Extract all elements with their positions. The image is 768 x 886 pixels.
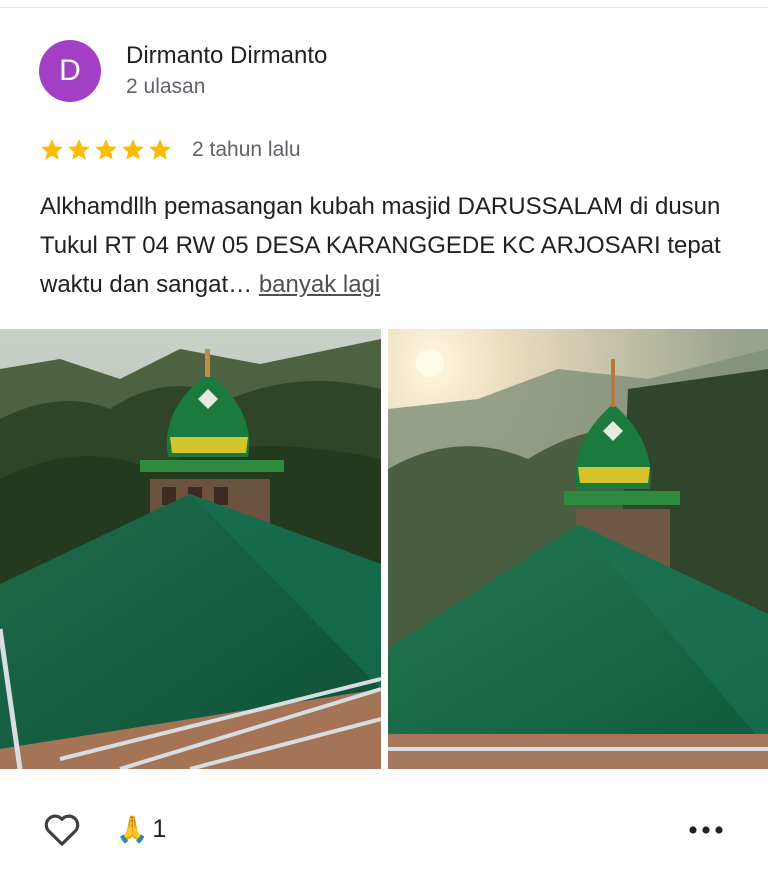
review-photo-2[interactable] xyxy=(388,329,768,769)
reaction-button[interactable]: 🙏 1 xyxy=(116,814,166,844)
review-count: 2 ulasan xyxy=(126,75,206,98)
star-icon xyxy=(122,139,144,160)
heart-outline-icon[interactable] xyxy=(40,810,84,850)
photo-mosque-dome-green-roof xyxy=(0,329,381,769)
star-icon xyxy=(41,139,63,160)
more-link[interactable]: banyak lagi xyxy=(259,271,380,298)
review-date: 2 tahun lalu xyxy=(192,138,301,161)
review-photo-1[interactable] xyxy=(0,329,381,769)
top-divider xyxy=(0,7,768,8)
reaction-count: 1 xyxy=(152,814,167,843)
review-body: Alkhamdllh pemasangan kubah masjid DARUS… xyxy=(40,193,721,298)
star-icon xyxy=(149,139,171,160)
star-icon xyxy=(68,139,90,160)
star-icon xyxy=(95,139,117,160)
more-horizontal-icon[interactable] xyxy=(686,818,726,842)
pray-icon: 🙏 xyxy=(116,814,149,844)
avatar-initial: D xyxy=(59,54,81,87)
avatar[interactable]: D xyxy=(39,40,101,102)
star-rating xyxy=(39,137,173,163)
photo-mosque-dome-sunrise xyxy=(388,329,768,769)
review-text: Alkhamdllh pemasangan kubah masjid DARUS… xyxy=(40,187,740,304)
author-name[interactable]: Dirmanto Dirmanto xyxy=(126,42,327,70)
